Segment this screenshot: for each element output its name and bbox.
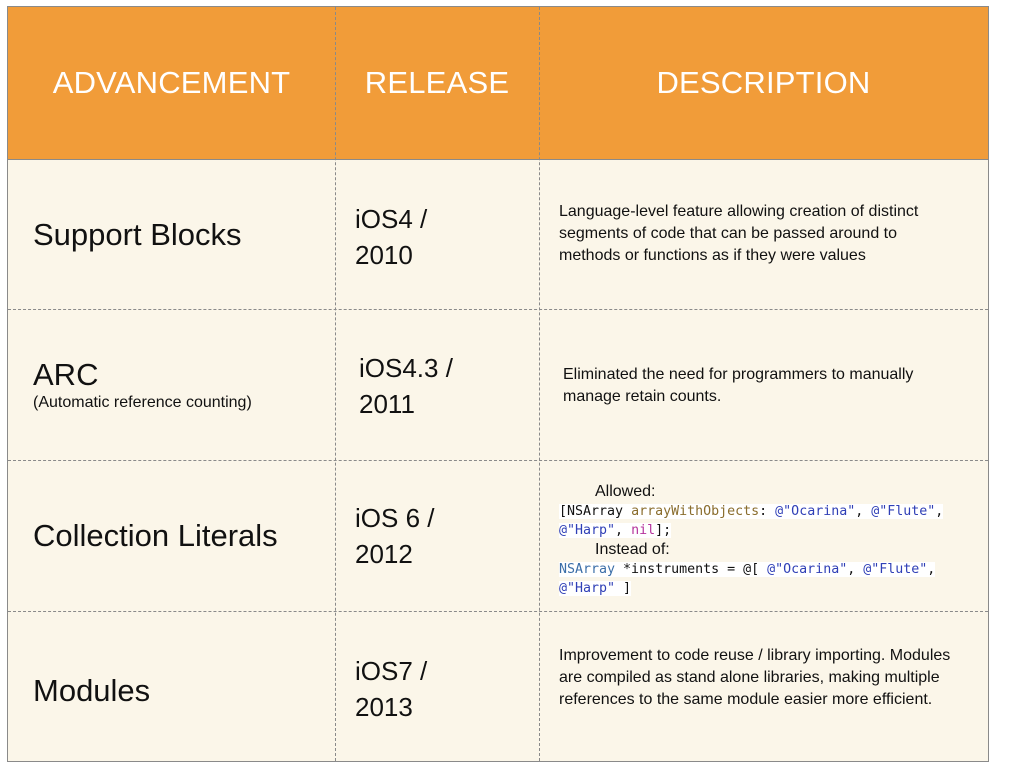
advancement-name: Modules [33,673,151,708]
release-version: iOS7 / [355,656,428,686]
advancement-name: Collection Literals [33,518,278,553]
table-row: Support Blocks iOS4 / 2010 Language-leve… [8,159,988,309]
header-release: RELEASE [364,65,510,100]
code-snippet-old: NSArray *instruments = @[ @"Ocarina", @"… [559,562,936,596]
allowed-label: Allowed: [595,483,656,500]
table-row: Modules iOS7 / 2013 Improvement to code … [8,611,988,761]
release-cell: iOS7 / 2013 [355,653,427,725]
release-version: iOS 6 / [355,503,435,533]
table-row: ARC (Automatic reference counting) iOS4.… [8,309,988,460]
release-cell: iOS4 / 2010 [355,201,427,273]
advancement-name: ARC [33,357,99,392]
release-cell: iOS 6 / 2012 [355,500,434,572]
description: Improvement to code reuse / library impo… [559,647,951,708]
description: Language-level feature allowing creation… [559,203,919,264]
release-cell: iOS4.3 / 2011 [359,350,453,422]
release-version: iOS4.3 / [359,353,453,383]
release-year: 2010 [355,240,413,270]
table-header: ADVANCEMENT RELEASE DESCRIPTION [8,7,988,160]
release-version: iOS4 / [355,204,428,234]
release-year: 2013 [355,692,413,722]
header-description: DESCRIPTION [656,65,871,100]
instead-label: Instead of: [595,541,670,558]
table-row: Collection Literals iOS 6 / 2012 Allowed… [8,460,988,611]
release-year: 2011 [359,389,415,419]
advancement-cell: ARC (Automatic reference counting) [33,357,252,413]
advancement-name: Support Blocks [33,217,242,252]
advancement-subtitle: (Automatic reference counting) [33,394,252,411]
code-description: Allowed: [NSArray arrayWithObjects: @"Oc… [559,482,979,598]
description: Eliminated the need for programmers to m… [563,366,914,405]
advancements-table: ADVANCEMENT RELEASE DESCRIPTION Support … [7,6,989,762]
code-snippet-new: [NSArray arrayWithObjects: @"Ocarina", @… [559,504,944,538]
header-advancement: ADVANCEMENT [52,65,291,100]
release-year: 2012 [355,539,413,569]
